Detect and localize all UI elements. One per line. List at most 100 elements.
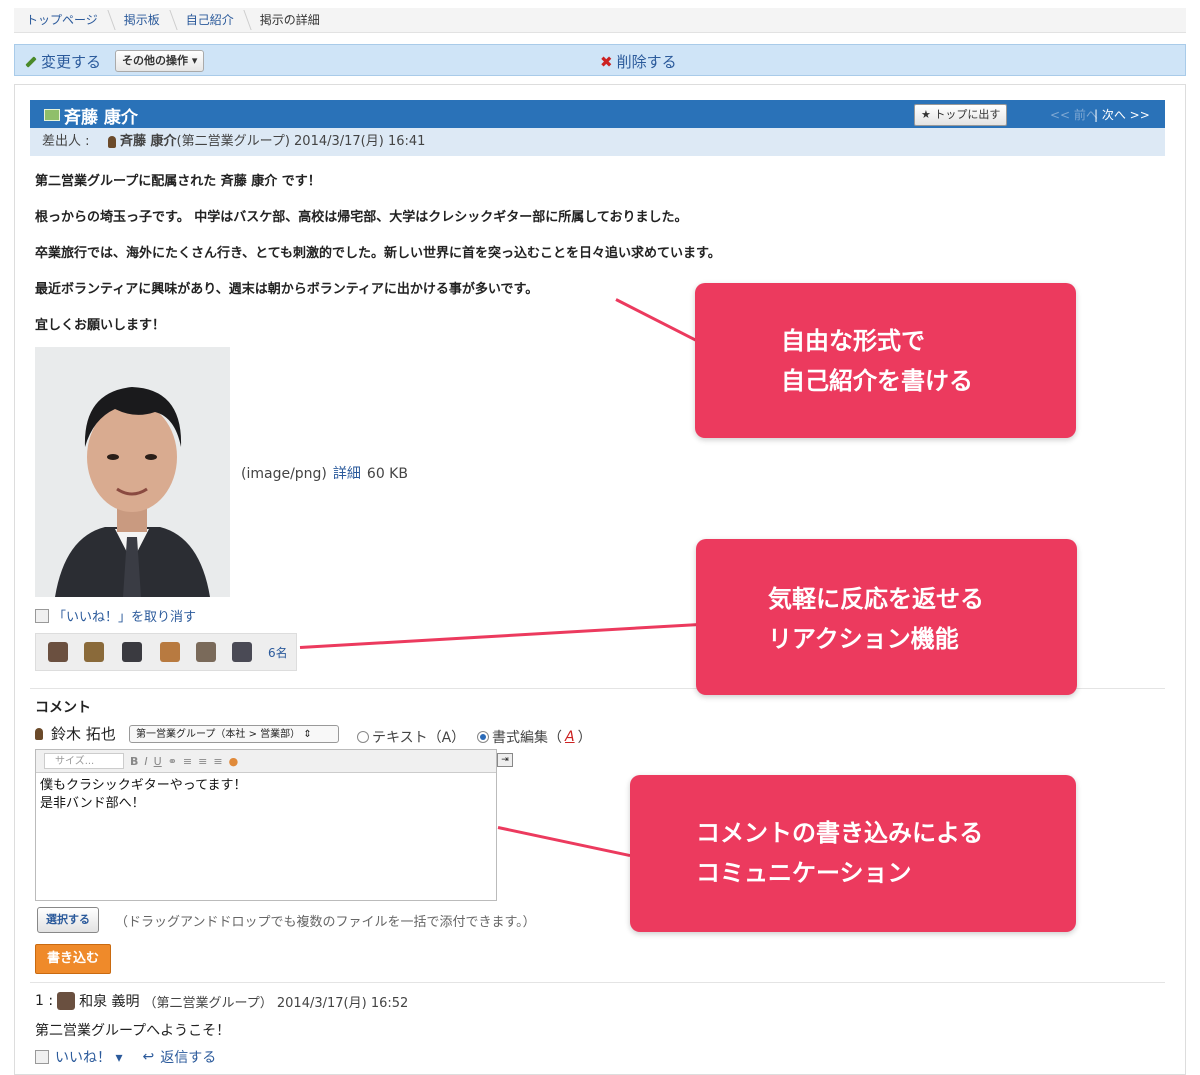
link-icon[interactable]: ⚭	[168, 755, 177, 768]
body-line-1: 第二営業グループに配属された 斉藤 康介 です！	[35, 174, 321, 189]
post-title: 斉藤 康介	[64, 108, 138, 128]
comment-heading: コメント	[35, 700, 91, 716]
prev-link[interactable]: << 前へ	[1050, 106, 1098, 123]
drag-drop-hint: （ドラッグアンドドロップでも複数のファイルを一括で添付できます。）	[115, 915, 536, 930]
pin-label: トップに出す	[934, 108, 1001, 121]
callout-3-line-2: コミュニケーション	[696, 859, 912, 887]
commenter-name: 鈴木 拓也	[51, 725, 116, 743]
editor-textarea[interactable]: 僕もクラシックギターやってます！ 是非バンド部へ！	[36, 773, 496, 817]
liker-avatar[interactable]	[48, 642, 68, 662]
next-link[interactable]: | 次へ >>	[1094, 106, 1150, 123]
body-line-3: 卒業旅行では、海外にたくさん行き、とても刺激的でした。新しい世界に首を突っ込むこ…	[35, 246, 721, 261]
callout-3-line-1: コメントの書き込みによる	[696, 819, 984, 847]
liker-avatar[interactable]	[196, 642, 216, 662]
attachment-info: (image/png) 詳細 60 KB	[241, 463, 408, 483]
underline-icon[interactable]: U	[154, 755, 162, 768]
callout-1-line-1: 自由な形式で	[781, 327, 925, 355]
reply-actions: いいね！ ▾ ↩ 返信する	[35, 1047, 216, 1067]
like-count[interactable]: 6名	[268, 644, 288, 661]
unlike-link[interactable]: 「いいね！」を取り消す	[35, 606, 196, 625]
reply-button[interactable]: 返信する	[160, 1047, 216, 1067]
sender-name[interactable]: 斉藤 康介	[120, 134, 177, 149]
sender-label: 差出人 :	[42, 134, 90, 149]
callout-comment: コメントの書き込みによる コミュニケーション	[630, 775, 1076, 932]
reply-header: 1 : 和泉 義明 （第二営業グループ） 2014/3/17(月) 16:52	[35, 991, 408, 1011]
sender-meta: (第二営業グループ) 2014/3/17(月) 16:41	[176, 134, 426, 149]
breadcrumb-current: 掲示の詳細	[259, 13, 320, 27]
callout-1-line-2: 自己紹介を書ける	[781, 367, 973, 395]
sender-info: 斉藤 康介(第二営業グループ) 2014/3/17(月) 16:41	[108, 128, 425, 156]
radio-button	[357, 731, 369, 743]
profile-photo-drawing	[35, 347, 230, 597]
sender-bar: 差出人 : 斉藤 康介(第二営業グループ) 2014/3/17(月) 16:41	[30, 128, 1165, 156]
reply-meta: （第二営業グループ） 2014/3/17(月) 16:52	[143, 995, 409, 1011]
expand-editor-icon[interactable]: ⇥	[497, 753, 513, 767]
italic-icon[interactable]: I	[144, 755, 147, 768]
liker-avatar[interactable]	[84, 642, 104, 662]
breadcrumb-board[interactable]: 掲示板	[112, 8, 174, 32]
liker-avatar[interactable]	[232, 642, 252, 662]
align-left-icon[interactable]: ≡	[183, 755, 192, 768]
pencil-icon	[25, 55, 37, 68]
reply-text: 第二営業グループへようこそ！	[35, 1023, 231, 1039]
rich-a-icon: A	[565, 729, 575, 745]
edit-button[interactable]: 変更する	[25, 51, 101, 72]
body-line-2: 根っからの埼玉っ子です。 中学はバスケ部、高校は帰宅部、大学はクレシックギター部…	[35, 210, 688, 225]
align-center-icon[interactable]: ≡	[198, 755, 207, 768]
edit-label: 変更する	[41, 53, 102, 71]
radio-rich-mode[interactable]: 書式編集（ A）	[477, 727, 592, 747]
radio-text-label: テキスト（A）	[372, 730, 466, 746]
other-operations-dropdown[interactable]: その他の操作 ▾	[115, 50, 205, 72]
reply-author-avatar	[57, 992, 76, 1010]
commenter: 鈴木 拓也	[35, 723, 116, 744]
group-select[interactable]: 第一営業グループ（本社 > 営業部） ⇕	[129, 725, 339, 743]
profile-photo[interactable]	[35, 347, 230, 597]
divider	[30, 982, 1165, 983]
editor-line-1: 僕もクラシックギターやってます！	[40, 778, 247, 793]
radio-button-selected	[477, 731, 489, 743]
like-icon	[35, 1050, 49, 1064]
font-size-select[interactable]: サイズ...	[44, 753, 124, 769]
board-icon	[44, 109, 60, 121]
callout-2-line-1: 気軽に反応を返せる	[768, 585, 984, 613]
action-toolbar: 変更する その他の操作 ▾ ✖ 削除する	[14, 44, 1186, 76]
file-select-button[interactable]: 選択する	[37, 907, 99, 933]
bold-icon[interactable]: B	[130, 755, 138, 768]
delete-icon: ✖	[600, 53, 613, 71]
body-line-5: 宜しくお願いします！	[35, 318, 166, 333]
editor-toolbar: サイズ... B I U ⚭ ≡ ≡ ≡ ●	[36, 750, 496, 773]
callout-2-line-2: リアクション機能	[768, 625, 959, 653]
radio-rich-label: 書式編集（	[492, 730, 562, 746]
align-right-icon[interactable]: ≡	[213, 755, 222, 768]
attachment-type: (image/png)	[241, 466, 327, 482]
reply-like-button[interactable]: いいね！ ▾	[55, 1047, 122, 1067]
callout-reaction: 気軽に反応を返せる リアクション機能	[696, 539, 1077, 695]
breadcrumb-top[interactable]: トップページ	[14, 8, 112, 32]
reply-author[interactable]: 和泉 義明	[79, 991, 139, 1011]
callout-free-format: 自由な形式で 自己紹介を書ける	[695, 283, 1076, 438]
pin-to-top-button[interactable]: ★ トップに出す	[914, 104, 1008, 126]
reply-icon: ↩	[142, 1049, 155, 1065]
likes-list: 6名	[35, 633, 297, 671]
radio-rich-close: ）	[577, 730, 592, 746]
attachment-detail-link[interactable]: 詳細	[333, 466, 361, 482]
comment-editor: サイズ... B I U ⚭ ≡ ≡ ≡ ● 僕もクラシックギターやってます！ …	[35, 749, 497, 901]
post-title-bar: 斉藤 康介 ★ トップに出す << 前へ | 次へ >>	[30, 100, 1165, 128]
editor-line-2: 是非バンド部へ！	[40, 796, 145, 811]
liker-avatar[interactable]	[160, 642, 180, 662]
user-icon	[35, 727, 43, 740]
delete-button[interactable]: ✖ 削除する	[600, 51, 677, 72]
group-select-value: 第一営業グループ（本社 > 営業部）	[136, 729, 301, 740]
user-icon	[108, 135, 116, 148]
radio-text-mode[interactable]: テキスト（A）	[357, 727, 465, 747]
body-line-4: 最近ボランティアに興味があり、週末は朝からボランティアに出かける事が多いです。	[35, 282, 539, 297]
color-icon[interactable]: ●	[229, 755, 239, 768]
attachment-size: 60 KB	[366, 466, 408, 482]
post-comment-button[interactable]: 書き込む	[35, 944, 111, 974]
breadcrumb-category[interactable]: 自己紹介	[174, 8, 248, 32]
like-icon	[35, 608, 49, 623]
delete-label: 削除する	[616, 53, 677, 71]
unlike-label: 「いいね！」を取り消す	[53, 610, 197, 625]
reply-index: 1 :	[35, 993, 54, 1009]
liker-avatar[interactable]	[122, 642, 142, 662]
